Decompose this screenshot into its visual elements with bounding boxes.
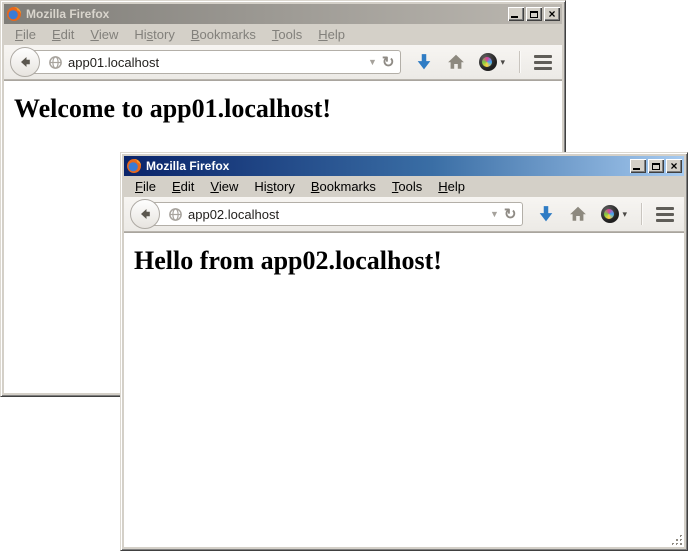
maximize-icon [652, 163, 660, 170]
menubar: FileEditViewHistoryBookmarksToolsHelp [4, 24, 562, 45]
menu-history[interactable]: History [126, 25, 182, 44]
addon-dropdown-icon[interactable]: ▾ [622, 209, 627, 220]
menu-help[interactable]: Help [310, 25, 353, 44]
page-heading: Welcome to app01.localhost! [14, 94, 562, 124]
urlbar[interactable]: app01.localhost ▼ ↻ [23, 50, 401, 74]
download-icon [537, 205, 555, 223]
globe-icon [48, 55, 63, 70]
addon-colorwheel-icon [479, 53, 497, 71]
reload-icon[interactable]: ↻ [504, 207, 517, 222]
addon-button[interactable]: ▾ [479, 53, 505, 71]
maximize-icon [530, 11, 538, 18]
menu-history[interactable]: History [246, 177, 302, 196]
menu-button[interactable] [534, 55, 552, 70]
hamburger-icon [656, 207, 674, 210]
menu-button[interactable] [656, 207, 674, 222]
page-heading: Hello from app02.localhost! [134, 246, 684, 276]
close-button[interactable]: × [666, 159, 682, 173]
download-icon [415, 53, 433, 71]
home-icon [447, 53, 465, 71]
menu-help[interactable]: Help [430, 177, 473, 196]
reload-icon[interactable]: ↻ [382, 55, 395, 70]
home-button[interactable] [569, 205, 587, 223]
desktop: { "colors": { "page-bg": "#ffffff", "fra… [0, 0, 688, 551]
back-arrow-icon [137, 206, 153, 222]
home-button[interactable] [447, 53, 465, 71]
back-arrow-icon [17, 54, 33, 70]
maximize-button[interactable] [648, 159, 664, 173]
url-text[interactable]: app02.localhost [188, 207, 485, 222]
urlbar-dropdown-icon[interactable]: ▼ [490, 209, 499, 219]
back-button[interactable] [10, 47, 40, 77]
menu-bookmarks[interactable]: Bookmarks [183, 25, 264, 44]
url-text[interactable]: app01.localhost [68, 55, 363, 70]
menu-tools[interactable]: Tools [264, 25, 310, 44]
titlebar[interactable]: Mozilla Firefox × [124, 156, 684, 176]
maximize-button[interactable] [526, 7, 542, 21]
menubar: FileEditViewHistoryBookmarksToolsHelp [124, 176, 684, 197]
download-button[interactable] [537, 205, 555, 223]
minimize-icon [633, 168, 640, 170]
window-title: Mozilla Firefox [146, 159, 626, 173]
close-icon: × [548, 8, 555, 20]
home-icon [569, 205, 587, 223]
menu-edit[interactable]: Edit [164, 177, 202, 196]
close-button[interactable]: × [544, 7, 560, 21]
close-icon: × [670, 160, 677, 172]
navigation-toolbar: app01.localhost ▼ ↻ ▾ [4, 45, 562, 80]
window-title: Mozilla Firefox [26, 7, 504, 21]
urlbar-dropdown-icon[interactable]: ▼ [368, 57, 377, 67]
menu-edit[interactable]: Edit [44, 25, 82, 44]
back-button[interactable] [130, 199, 160, 229]
globe-icon [168, 207, 183, 222]
hamburger-icon [534, 55, 552, 58]
urlbar[interactable]: app02.localhost ▼ ↻ [143, 202, 523, 226]
titlebar[interactable]: Mozilla Firefox × [4, 4, 562, 24]
menu-tools[interactable]: Tools [384, 177, 430, 196]
addon-button[interactable]: ▾ [601, 205, 627, 223]
toolbar-separator [519, 51, 520, 73]
addon-colorwheel-icon [601, 205, 619, 223]
minimize-icon [511, 16, 518, 18]
window-controls: × [508, 7, 560, 21]
download-button[interactable] [415, 53, 433, 71]
browser-window: Mozilla Firefox × FileEditViewHistoryBoo… [120, 152, 688, 551]
minimize-button[interactable] [630, 159, 646, 173]
window-controls: × [630, 159, 682, 173]
menu-view[interactable]: View [82, 25, 126, 44]
window-inner: Mozilla Firefox × FileEditViewHistoryBoo… [124, 156, 684, 547]
resize-grip-icon[interactable] [680, 543, 682, 545]
firefox-icon [126, 158, 142, 174]
page-content: Hello from app02.localhost! [124, 232, 684, 547]
minimize-button[interactable] [508, 7, 524, 21]
addon-dropdown-icon[interactable]: ▾ [500, 57, 505, 68]
menu-file[interactable]: File [127, 177, 164, 196]
menu-view[interactable]: View [202, 177, 246, 196]
navigation-toolbar: app02.localhost ▼ ↻ ▾ [124, 197, 684, 232]
firefox-icon [6, 6, 22, 22]
toolbar-separator [641, 203, 642, 225]
menu-bookmarks[interactable]: Bookmarks [303, 177, 384, 196]
menu-file[interactable]: File [7, 25, 44, 44]
